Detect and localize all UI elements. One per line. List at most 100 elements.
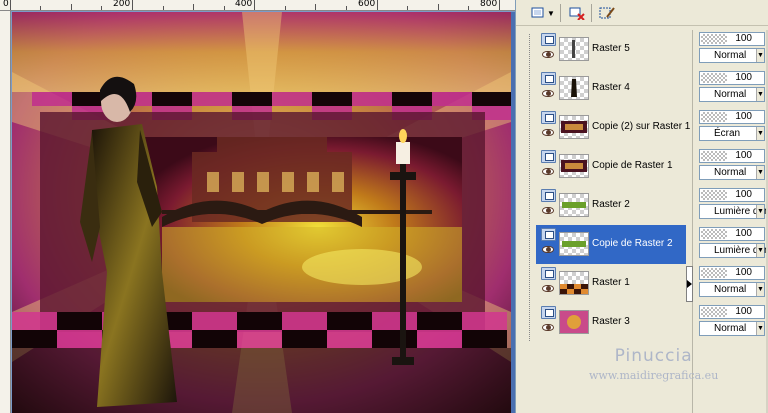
layer-thumbnail (559, 76, 589, 100)
blend-mode-select[interactable]: Lumière dure ▼ (699, 204, 768, 219)
layers-toolbar: ▼ (516, 0, 768, 26)
layer-group-toggle-icon[interactable] (541, 150, 556, 163)
edit-selection-icon[interactable] (596, 3, 618, 23)
chevron-down-icon: ▼ (756, 283, 764, 296)
eye-icon[interactable] (542, 246, 554, 253)
opacity-slider[interactable]: 100 (699, 188, 765, 202)
layer-row[interactable]: Raster 5 (536, 30, 686, 69)
layer-row[interactable]: Raster 3 (536, 303, 686, 342)
layer-name[interactable]: Raster 5 (592, 43, 630, 54)
vertical-ruler (0, 11, 11, 413)
opacity-value: 100 (735, 228, 752, 239)
blend-mode-value: Écran (714, 128, 741, 139)
watermark-name: Pinuccia (614, 346, 693, 366)
blend-mode-select[interactable]: Lumière dure ▼ (699, 243, 768, 258)
layer-thumbnail (559, 310, 589, 334)
layer-name[interactable]: Raster 4 (592, 82, 630, 93)
opacity-value: 100 (735, 111, 752, 122)
eye-icon[interactable] (542, 285, 554, 292)
watermark-url: www.maidiregrafica.eu (589, 369, 719, 382)
eye-icon[interactable] (542, 51, 554, 58)
eye-icon[interactable] (542, 168, 554, 175)
chevron-down-icon: ▼ (756, 88, 764, 101)
layer-group-toggle-icon[interactable] (541, 189, 556, 202)
blend-mode-value: Normal (714, 284, 747, 295)
opacity-value: 100 (735, 267, 752, 278)
blend-mode-value: Normal (714, 167, 747, 178)
layer-row[interactable]: Raster 2 (536, 186, 686, 225)
layer-name[interactable]: Raster 3 (592, 316, 630, 327)
opacity-slider[interactable]: 100 (699, 266, 765, 280)
chevron-down-icon[interactable]: ▼ (546, 3, 556, 23)
opacity-value: 100 (735, 72, 752, 83)
opacity-slider[interactable]: 100 (699, 149, 765, 163)
layer-thumbnail (559, 232, 589, 256)
eye-icon[interactable] (542, 207, 554, 214)
layer-name[interactable]: Raster 2 (592, 199, 630, 210)
opacity-value: 100 (735, 150, 752, 161)
delete-layer-icon[interactable] (566, 3, 588, 23)
layer-properties: 100 Normal ▼ (696, 303, 768, 342)
layer-thumbnail (559, 193, 589, 217)
tree-connector (529, 34, 530, 341)
image-canvas[interactable] (12, 12, 511, 413)
eye-icon[interactable] (542, 90, 554, 97)
ruler-mark: 200 (113, 0, 131, 9)
layer-name[interactable]: Raster 1 (592, 277, 630, 288)
layer-group-toggle-icon[interactable] (541, 111, 556, 124)
layer-group-toggle-icon[interactable] (541, 228, 556, 241)
layer-group-toggle-icon[interactable] (541, 72, 556, 85)
layer-group-toggle-icon[interactable] (541, 33, 556, 46)
blend-mode-value: Normal (714, 89, 747, 100)
opacity-slider[interactable]: 100 (699, 110, 765, 124)
blend-mode-select[interactable]: Normal ▼ (699, 282, 765, 297)
panel-splitter-handle[interactable] (686, 266, 693, 302)
chevron-down-icon: ▼ (756, 205, 764, 218)
chevron-down-icon: ▼ (756, 49, 764, 62)
layer-row[interactable]: Copie (2) sur Raster 1 (536, 108, 690, 147)
layer-properties: 100 Normal ▼ (696, 30, 768, 69)
blend-mode-select[interactable]: Normal ▼ (699, 48, 765, 63)
opacity-slider[interactable]: 100 (699, 32, 765, 46)
blend-mode-select[interactable]: Normal ▼ (699, 165, 765, 180)
blend-mode-select[interactable]: Normal ▼ (699, 321, 765, 336)
layer-row[interactable]: Copie de Raster 1 (536, 147, 686, 186)
opacity-value: 100 (735, 33, 752, 44)
layer-list: Raster 5 Raster 4 Copie (2) sur Raster 1 Co… (536, 30, 690, 342)
opacity-slider[interactable]: 100 (699, 71, 765, 85)
layer-properties-column: 100 Normal ▼ 100 Normal ▼ 100 Écran ▼ 100 Normal ▼ 1… (696, 30, 768, 342)
ruler-mark: 600 (358, 0, 376, 9)
opacity-slider[interactable]: 100 (699, 227, 765, 241)
blend-mode-value: Normal (714, 50, 747, 61)
layer-name[interactable]: Copie (2) sur Raster 1 (592, 121, 690, 132)
blend-mode-select[interactable]: Normal ▼ (699, 87, 765, 102)
layers-palette: ▼ Raster 5 Raster 4 Copie (2) sur Raster 1… (515, 0, 768, 413)
artwork-scene (12, 12, 511, 413)
layer-properties: 100 Lumière dure ▼ (696, 225, 768, 264)
opacity-value: 100 (735, 189, 752, 200)
eye-icon[interactable] (542, 129, 554, 136)
chevron-down-icon: ▼ (756, 322, 764, 335)
layer-row[interactable]: Raster 1 (536, 264, 686, 303)
layer-group-toggle-icon[interactable] (541, 267, 556, 280)
opacity-slider[interactable]: 100 (699, 305, 765, 319)
layer-group-toggle-icon[interactable] (541, 306, 556, 319)
layer-properties: 100 Écran ▼ (696, 108, 768, 147)
layer-thumbnail (559, 154, 589, 178)
ruler-mark: 0 (3, 0, 9, 9)
layer-row[interactable]: Copie de Raster 2 (536, 225, 686, 264)
layer-name[interactable]: Copie de Raster 2 (592, 238, 673, 249)
watermark: Pinuccia www.maidiregrafica.eu (589, 346, 718, 382)
horizontal-ruler: 0 200 400 600 800 (0, 0, 515, 11)
blend-mode-select[interactable]: Écran ▼ (699, 126, 765, 141)
opacity-value: 100 (735, 306, 752, 317)
eye-icon[interactable] (542, 324, 554, 331)
chevron-right-icon (687, 280, 692, 288)
ruler-mark: 800 (480, 0, 498, 9)
layer-row[interactable]: Raster 4 (536, 69, 686, 108)
layer-properties: 100 Normal ▼ (696, 147, 768, 186)
layer-thumbnail (559, 37, 589, 61)
layer-properties: 100 Normal ▼ (696, 69, 768, 108)
layer-name[interactable]: Copie de Raster 1 (592, 160, 673, 171)
chevron-down-icon: ▼ (756, 166, 764, 179)
